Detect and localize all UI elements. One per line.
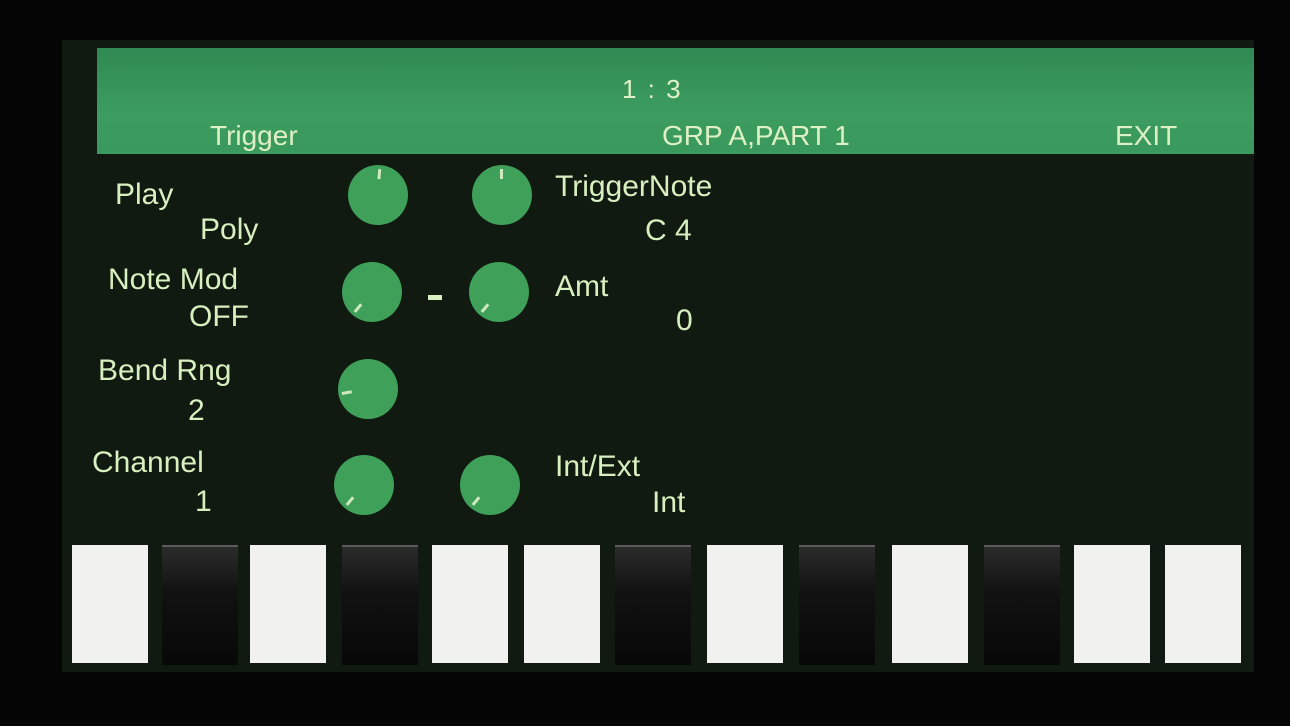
piano-key[interactable]: [524, 545, 600, 663]
piano-key[interactable]: [892, 545, 968, 663]
play-label: Play: [115, 178, 174, 211]
amount-label: Amt: [555, 270, 609, 303]
int-ext-knob[interactable]: [460, 455, 520, 515]
channel-value: 1: [195, 485, 212, 518]
play-value: Poly: [200, 213, 259, 246]
device-screen: 1 : 3 Trigger GRP A,PART 1 EXIT Play Pol…: [62, 40, 1254, 672]
piano-key[interactable]: [72, 545, 148, 663]
exit-button[interactable]: EXIT: [1115, 120, 1177, 152]
piano-key[interactable]: [342, 545, 418, 665]
keyboard: [62, 540, 1254, 672]
piano-key[interactable]: [162, 545, 238, 665]
piano-key[interactable]: [984, 545, 1060, 665]
trigger-note-value: C 4: [645, 214, 692, 247]
piano-key[interactable]: [250, 545, 326, 663]
piano-key[interactable]: [799, 545, 875, 665]
range-separator: [428, 295, 442, 300]
note-mod-value: OFF: [189, 300, 249, 333]
bend-range-knob[interactable]: [338, 359, 398, 419]
top-bar: 1 : 3 Trigger GRP A,PART 1 EXIT: [97, 48, 1254, 154]
bend-range-label: Bend Rng: [98, 354, 232, 387]
amount-knob[interactable]: [469, 262, 529, 322]
bend-range-value: 2: [188, 394, 205, 427]
piano-key[interactable]: [1074, 545, 1150, 663]
note-mod-knob[interactable]: [342, 262, 402, 322]
play-knob[interactable]: [348, 165, 408, 225]
amount-value: 0: [676, 304, 693, 337]
group-part-label[interactable]: GRP A,PART 1: [662, 120, 850, 152]
page-indicator: 1 : 3: [622, 74, 683, 104]
piano-key[interactable]: [1165, 545, 1241, 663]
channel-knob[interactable]: [334, 455, 394, 515]
piano-key[interactable]: [432, 545, 508, 663]
channel-label: Channel: [92, 446, 204, 479]
trigger-note-knob[interactable]: [472, 165, 532, 225]
note-mod-label: Note Mod: [108, 263, 239, 296]
int-ext-label: Int/Ext: [555, 450, 641, 483]
piano-key[interactable]: [615, 545, 691, 665]
piano-key[interactable]: [707, 545, 783, 663]
int-ext-value: Int: [652, 486, 686, 519]
trigger-tab[interactable]: Trigger: [210, 120, 298, 152]
trigger-note-label: TriggerNote: [555, 170, 713, 203]
